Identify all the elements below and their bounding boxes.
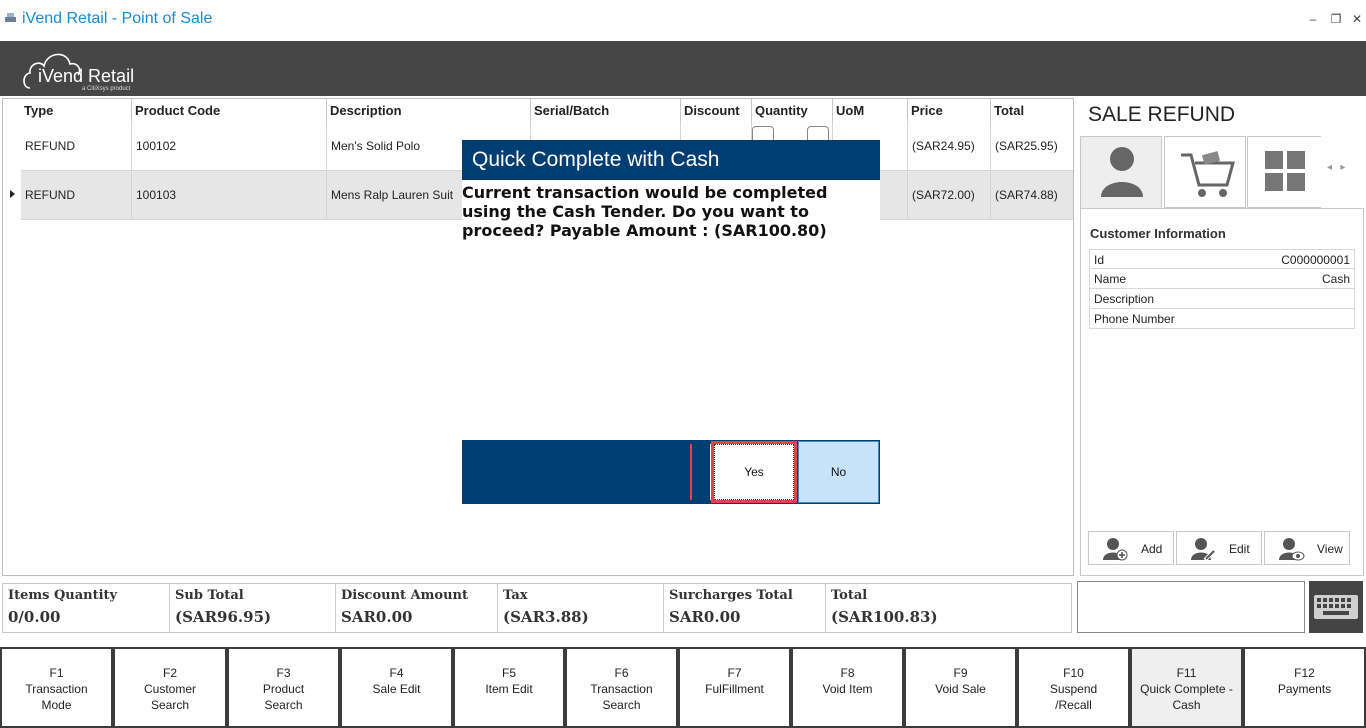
total-discount-amount: Discount Amount SAR0.00 <box>335 584 497 632</box>
f11-quick-complete-cash-button[interactable]: F11 Quick Complete - Cash <box>1130 647 1243 728</box>
brand-logo: iVend Retail a CitiXsys product <box>22 44 152 94</box>
col-product-code[interactable]: Product Code <box>131 99 326 123</box>
col-description[interactable]: Description <box>326 99 530 123</box>
tab-scroll-arrows[interactable]: ◂ ▸ <box>1327 162 1345 173</box>
f6-transaction-search-button[interactable]: F6 Transaction Search <box>565 647 678 728</box>
window-title: iVend Retail - Point of Sale <box>22 10 213 27</box>
grid-icon <box>1265 151 1305 191</box>
col-uom[interactable]: UoM <box>832 99 907 123</box>
tab-customer[interactable] <box>1080 136 1162 208</box>
title-bar: iVend Retail - Point of Sale – ❐ ✕ <box>0 0 1366 41</box>
col-discount[interactable]: Discount <box>680 99 751 123</box>
customer-info-panel: Customer Information Id C000000001 Name … <box>1080 208 1364 576</box>
keyboard-icon <box>1314 595 1358 619</box>
totals-bar: Items Quantity 0/0.00 Sub Total (SAR96.9… <box>2 583 1072 633</box>
brand-bar: iVend Retail a CitiXsys product <box>0 41 1366 96</box>
dialog-message: Current transaction would be completed u… <box>462 183 828 240</box>
col-quantity[interactable]: Quantity <box>751 99 832 123</box>
restore-icon[interactable]: ❐ <box>1329 12 1343 26</box>
keyboard-button[interactable] <box>1309 581 1363 633</box>
tab-cart[interactable] <box>1164 136 1246 208</box>
customer-icon <box>1101 147 1143 197</box>
f12-payments-button[interactable]: F12 Payments <box>1243 647 1366 728</box>
field-description: Description <box>1089 289 1355 309</box>
f3-product-search-button[interactable]: F3 Product Search <box>227 647 340 728</box>
grid-header: Type Product Code Description Serial/Bat… <box>21 99 1073 123</box>
f10-suspend-recall-button[interactable]: F10 Suspend /Recall <box>1017 647 1130 728</box>
view-customer-button[interactable]: View <box>1264 531 1350 565</box>
add-customer-button[interactable]: Add <box>1088 531 1174 565</box>
field-id: Id C000000001 <box>1089 249 1355 269</box>
f5-item-edit-button[interactable]: F5 Item Edit <box>453 647 565 728</box>
view-user-icon <box>1279 538 1305 561</box>
edit-customer-button[interactable]: Edit <box>1176 531 1262 565</box>
dialog-body: Current transaction would be completed u… <box>462 180 880 440</box>
minimize-icon[interactable]: – <box>1306 12 1320 26</box>
dialog-button-bar: Yes No <box>462 440 880 504</box>
brand-subtitle: a CitiXsys product <box>82 86 131 92</box>
col-price[interactable]: Price <box>907 99 990 123</box>
add-user-icon <box>1103 538 1128 561</box>
total-grand: Total (SAR100.83) <box>825 584 1071 632</box>
col-type[interactable]: Type <box>21 99 131 123</box>
cell-price: (SAR72.00) <box>907 171 990 220</box>
cell-code: 100102 <box>131 122 326 171</box>
cell-price: (SAR24.95) <box>907 122 990 171</box>
f1-transaction-mode-button[interactable]: F1 Transaction Mode <box>0 647 113 728</box>
row-selector-icon <box>10 190 15 198</box>
edit-user-icon <box>1191 538 1217 562</box>
col-total[interactable]: Total <box>990 99 1073 123</box>
total-items-quantity: Items Quantity 0/0.00 <box>8 588 118 626</box>
command-input[interactable] <box>1077 581 1305 633</box>
f8-void-item-button[interactable]: F8 Void Item <box>791 647 904 728</box>
total-sub-total: Sub Total (SAR96.95) <box>169 584 335 632</box>
total-tax: Tax (SAR3.88) <box>497 584 663 632</box>
cell-total: (SAR74.88) <box>990 171 1073 220</box>
field-phone: Phone Number <box>1089 309 1355 329</box>
total-surcharges: Surcharges Total SAR0.00 <box>663 584 825 632</box>
dialog-focus-divider <box>690 444 712 500</box>
cell-type: REFUND <box>25 139 75 153</box>
f9-void-sale-button[interactable]: F9 Void Sale <box>904 647 1017 728</box>
yes-button[interactable]: Yes <box>711 441 797 503</box>
customer-info-title: Customer Information <box>1090 226 1226 241</box>
cell-total: (SAR25.95) <box>990 122 1073 171</box>
dialog-title: Quick Complete with Cash <box>462 140 880 180</box>
no-button[interactable]: No <box>798 441 879 503</box>
f2-customer-search-button[interactable]: F2 Customer Search <box>113 647 227 728</box>
f7-fulfillment-button[interactable]: F7 FulFillment <box>678 647 791 728</box>
brand-name: iVend Retail <box>38 66 135 86</box>
tab-grid[interactable] <box>1247 136 1321 208</box>
transaction-mode-title: SALE REFUND <box>1088 103 1236 126</box>
right-panel: SALE REFUND ◂ ▸ Customer Information Id … <box>1077 98 1366 576</box>
cell-type: REFUND <box>25 188 75 202</box>
col-serial-batch[interactable]: Serial/Batch <box>530 99 680 123</box>
field-name: Name Cash <box>1089 269 1355 289</box>
f4-sale-edit-button[interactable]: F4 Sale Edit <box>340 647 453 728</box>
cell-code: 100103 <box>131 171 326 220</box>
cart-icon <box>1181 151 1235 197</box>
close-icon[interactable]: ✕ <box>1350 12 1364 26</box>
app-icon <box>5 13 16 22</box>
